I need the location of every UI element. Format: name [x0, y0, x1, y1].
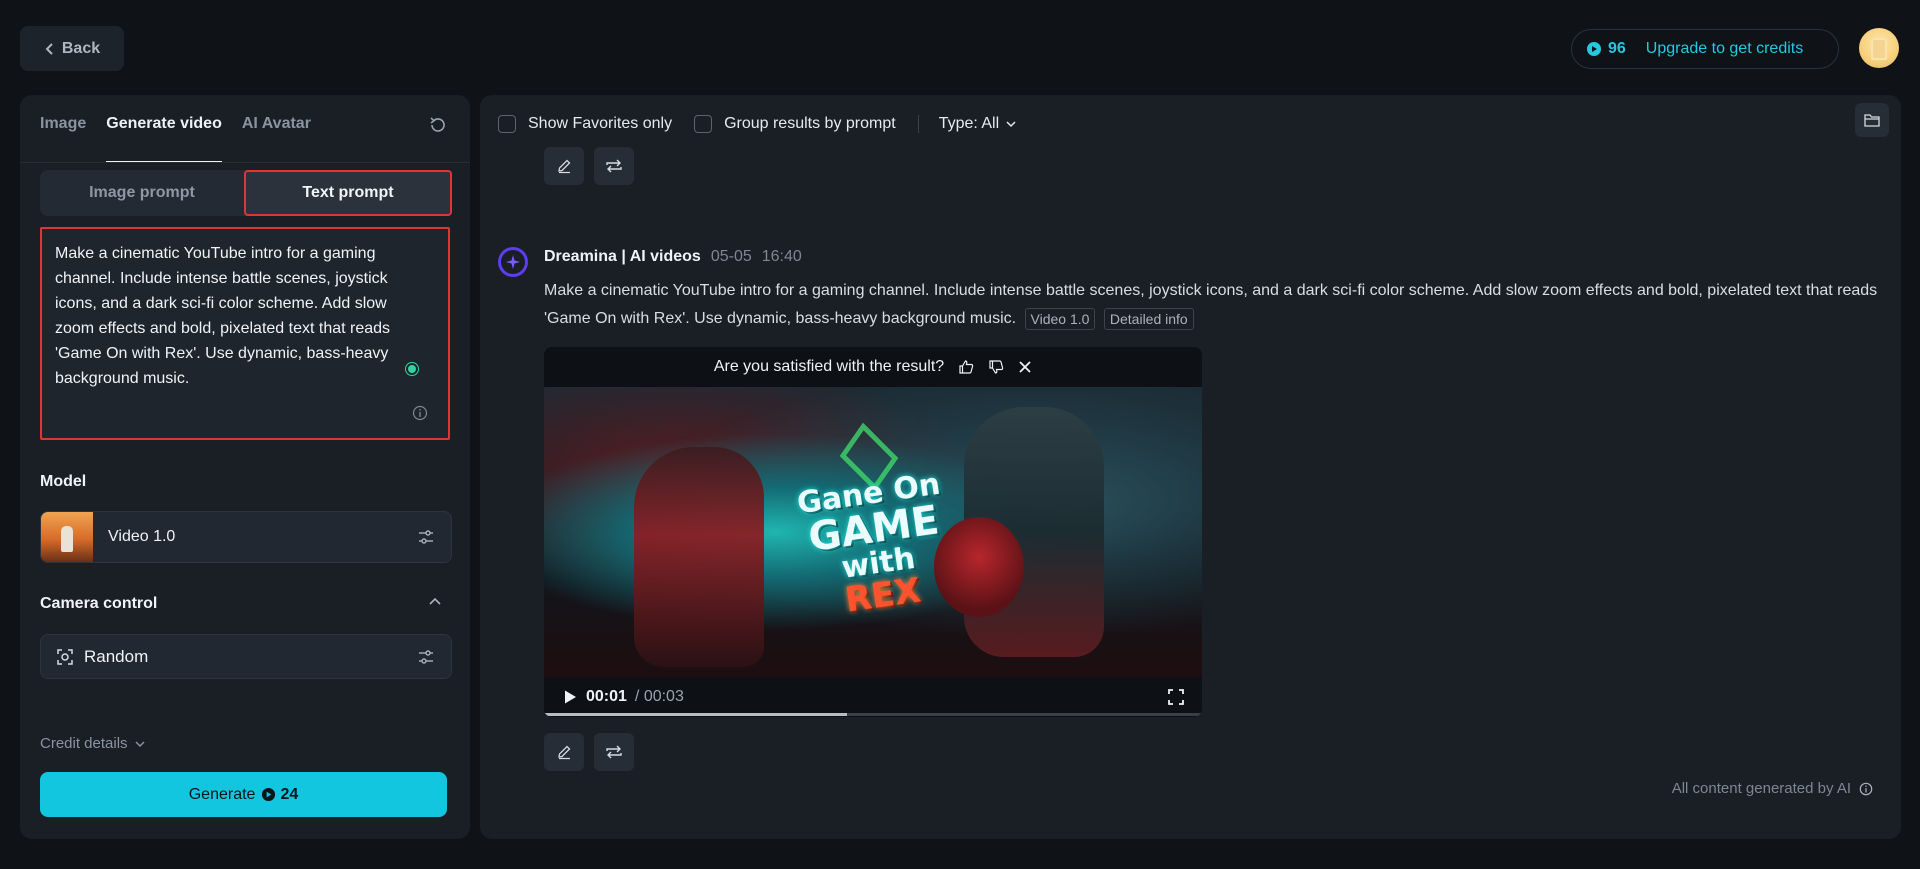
result-source: Dreamina | AI videos — [544, 248, 701, 265]
result-meta: Dreamina | AI videos 05-05 16:40 — [544, 248, 802, 266]
tab-generate-video[interactable]: Generate video — [106, 113, 222, 163]
current-time: 00:01 — [586, 688, 627, 705]
type-dropdown[interactable]: Type: All — [939, 115, 1017, 133]
favorites-filter[interactable]: Show Favorites only — [498, 115, 672, 133]
type-label: Type: All — [938, 115, 1000, 132]
model-name: Video 1.0 — [108, 528, 176, 545]
model-selector[interactable]: Video 1.0 — [40, 511, 452, 563]
credit-details-label: Credit details — [40, 735, 128, 752]
ai-disclaimer-text: All content generated by AI — [1671, 780, 1851, 797]
chevron-left-icon — [45, 42, 53, 55]
filter-bar: Show Favorites only Group results by pro… — [498, 110, 1017, 138]
camera-value: Random — [84, 646, 149, 666]
chevron-down-icon — [1006, 121, 1016, 128]
result-time: 16:40 — [761, 248, 802, 265]
status-dot — [406, 363, 418, 375]
repeat-icon — [606, 159, 622, 173]
generate-label: Generate — [188, 785, 256, 803]
group-checkbox[interactable] — [694, 115, 713, 133]
repeat-icon — [606, 745, 622, 759]
upgrade-link[interactable]: Upgrade to get credits — [1646, 40, 1803, 58]
soldier-figure — [634, 447, 764, 667]
camera-control-selector[interactable]: Random — [40, 634, 452, 679]
tab-image[interactable]: Image — [40, 113, 86, 149]
model-thumbnail — [41, 512, 93, 562]
credits-pill: 96 Upgrade to get credits — [1571, 29, 1839, 69]
regenerate-button[interactable] — [594, 733, 634, 771]
generate-cost: 24 — [261, 786, 298, 804]
prompt-text[interactable]: Make a cinematic YouTube intro for a gam… — [55, 241, 425, 391]
sliders-icon[interactable] — [417, 648, 435, 666]
pencil-icon — [558, 745, 571, 760]
back-button[interactable]: Back — [20, 26, 124, 71]
folder-button[interactable] — [1855, 103, 1889, 137]
play-icon[interactable] — [562, 689, 578, 705]
credit-coin-icon — [1587, 42, 1601, 56]
chevron-down-icon — [135, 740, 145, 747]
sparkle-icon — [506, 255, 520, 269]
generate-cost-value: 24 — [280, 785, 299, 803]
mode-tabs: Image Generate video AI Avatar — [40, 113, 311, 163]
sliders-icon[interactable] — [417, 528, 435, 546]
result-prompt: Make a cinematic YouTube intro for a gam… — [544, 277, 1884, 333]
thumbs-up-icon[interactable] — [958, 359, 974, 375]
camera-control-label: Camera control — [40, 595, 158, 612]
generator-panel: Image Generate video AI Avatar Image pro… — [20, 95, 470, 839]
total-time: / 00:03 — [634, 688, 684, 705]
regenerate-button[interactable] — [594, 147, 634, 185]
group-label: Group results by prompt — [724, 115, 896, 132]
thumbs-down-icon[interactable] — [988, 359, 1004, 375]
result-date: 05-05 — [710, 248, 752, 265]
filter-divider — [917, 115, 919, 133]
prompt-textarea[interactable]: Make a cinematic YouTube intro for a gam… — [40, 227, 450, 440]
video-title-overlay: Gane On GAME with REX — [768, 466, 985, 627]
results-panel: Show Favorites only Group results by pro… — [480, 95, 1901, 839]
model-label: Model — [40, 473, 87, 490]
satisfaction-bar: Are you satisfied with the result? — [544, 347, 1202, 387]
fullscreen-icon[interactable] — [1168, 689, 1184, 705]
video-frame[interactable]: Gane On GAME with REX — [544, 387, 1202, 677]
info-icon[interactable] — [412, 405, 428, 421]
favorites-checkbox[interactable] — [498, 115, 516, 133]
reset-icon[interactable] — [428, 115, 448, 135]
video-progress-fill — [544, 713, 847, 716]
credit-details-toggle[interactable]: Credit details — [40, 735, 146, 752]
pencil-icon — [558, 159, 571, 174]
prompt-type-switch: Image prompt Text prompt — [40, 170, 452, 216]
close-icon[interactable] — [1018, 360, 1032, 374]
credits-balance: 96 — [1586, 40, 1626, 58]
tab-divider — [20, 162, 470, 163]
edit-button[interactable] — [544, 147, 584, 185]
tab-ai-avatar[interactable]: AI Avatar — [242, 113, 311, 149]
credits-count: 96 — [1608, 40, 1626, 57]
back-label: Back — [61, 39, 101, 57]
text-prompt-button[interactable]: Text prompt — [244, 170, 452, 216]
avatar[interactable] — [1859, 28, 1899, 68]
top-bar: Back 96 Upgrade to get credits — [0, 0, 1920, 96]
ai-disclaimer: All content generated by AI — [1672, 780, 1873, 797]
dreamina-logo — [498, 247, 528, 277]
camera-focus-icon — [57, 648, 73, 665]
image-prompt-button[interactable]: Image prompt — [40, 170, 244, 216]
video-player[interactable]: Gane On GAME with REX Are you satisfied … — [544, 347, 1202, 717]
generate-button[interactable]: Generate 24 — [40, 772, 447, 817]
info-icon[interactable] — [1859, 782, 1873, 796]
chevron-up-icon[interactable] — [428, 595, 442, 609]
video-progress-bar[interactable] — [544, 713, 1202, 716]
satisfaction-question: Are you satisfied with the result? — [713, 358, 945, 375]
credit-coin-icon — [262, 787, 276, 802]
folder-icon — [1864, 114, 1880, 127]
result-prompt-text: Make a cinematic YouTube intro for a gam… — [544, 282, 1878, 327]
edit-button[interactable] — [544, 733, 584, 771]
video-controls: 00:01 / 00:03 — [544, 677, 1202, 717]
model-tag[interactable]: Video 1.0 — [1024, 307, 1096, 330]
group-filter[interactable]: Group results by prompt — [694, 115, 896, 133]
favorites-label: Show Favorites only — [528, 115, 673, 132]
detailed-info-tag[interactable]: Detailed info — [1103, 307, 1194, 330]
